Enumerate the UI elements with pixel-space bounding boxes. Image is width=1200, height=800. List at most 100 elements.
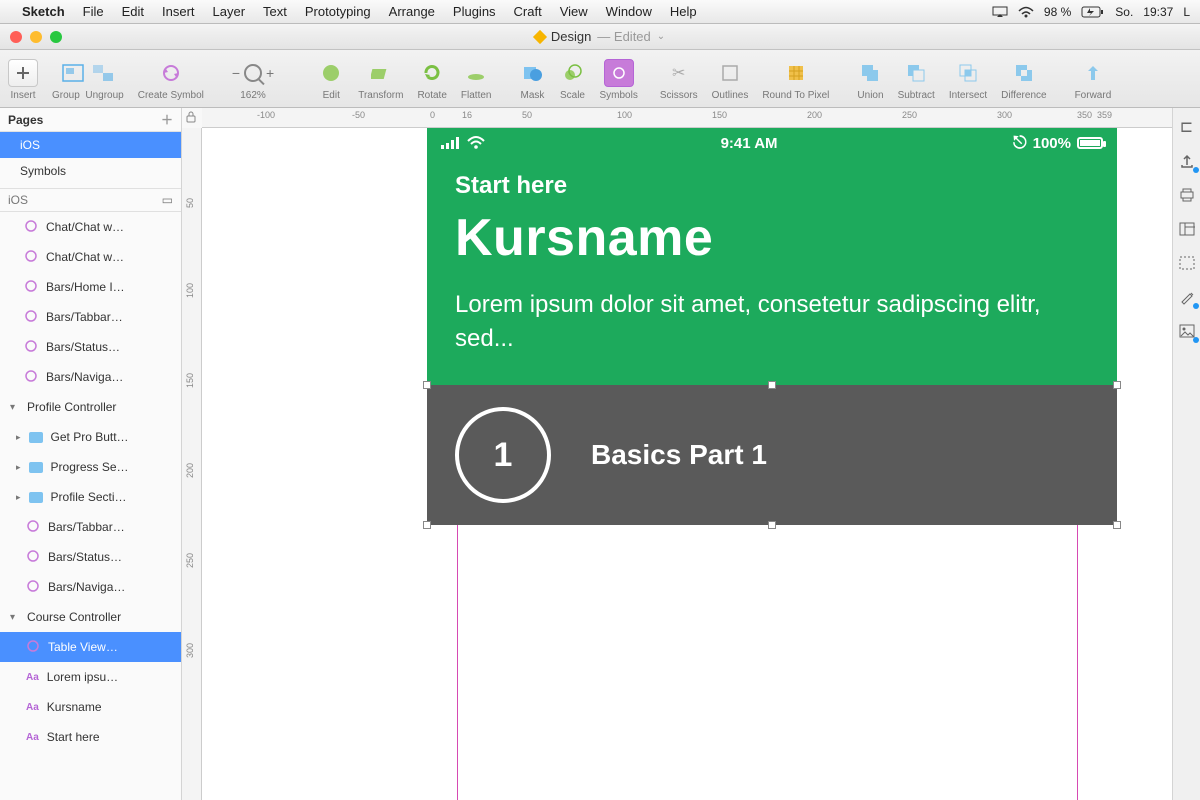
clock-day: So. (1115, 5, 1133, 19)
print-icon[interactable] (1178, 186, 1196, 204)
lesson-number-badge: 1 (455, 407, 551, 503)
layer-item[interactable]: Bars/Tabbar… (0, 512, 181, 542)
panel-icon[interactable] (1178, 220, 1196, 238)
sketch-file-icon (533, 29, 547, 43)
menu-prototyping[interactable]: Prototyping (305, 4, 371, 19)
outlines-button[interactable]: Outlines (712, 56, 749, 101)
canvas-area[interactable]: -100-5001650100150200250300350359 501001… (182, 108, 1200, 800)
create-symbol-button[interactable]: Create Symbol (138, 56, 204, 101)
page-ios[interactable]: iOS (0, 132, 181, 158)
user-initial[interactable]: L (1183, 5, 1190, 19)
status-time: 9:41 AM (721, 135, 778, 152)
filter-icon: ▭ (162, 193, 173, 207)
image-icon[interactable] (1178, 322, 1196, 340)
menu-arrange[interactable]: Arrange (389, 4, 435, 19)
grid-icon[interactable] (1178, 254, 1196, 272)
wifi-icon[interactable] (1018, 6, 1034, 18)
inspector-tabs: ⊏ (1172, 108, 1200, 800)
lesson-title: Basics Part 1 (591, 439, 767, 471)
zoom-control[interactable]: −+ 162% (232, 56, 274, 101)
minimize-window-button[interactable] (30, 31, 42, 43)
ungroup-button[interactable] (90, 60, 116, 86)
ruler-horizontal[interactable]: -100-5001650100150200250300350359 (202, 108, 1172, 128)
chevron-down-icon[interactable]: ⌄ (657, 31, 665, 42)
airplay-icon[interactable] (992, 6, 1008, 18)
layer-item[interactable]: Bars/Status… (0, 332, 181, 362)
battery-icon[interactable] (1081, 6, 1105, 18)
layer-item[interactable]: Bars/Naviga… (0, 362, 181, 392)
scissors-button[interactable]: ✂Scissors (660, 56, 698, 101)
layer-group-profile[interactable]: Profile Controller (0, 392, 181, 422)
scale-button[interactable]: Scale (559, 56, 585, 101)
page-symbols[interactable]: Symbols (0, 158, 181, 184)
intersect-button[interactable]: Intersect (949, 56, 987, 101)
layer-item[interactable]: Chat/Chat w… (0, 212, 181, 242)
menu-layer[interactable]: Layer (213, 4, 246, 19)
menu-view[interactable]: View (560, 4, 588, 19)
battery-percent: 98 % (1044, 5, 1071, 19)
wifi-icon (467, 136, 485, 150)
document-edited-label: — Edited (597, 29, 650, 44)
ruler-vertical[interactable]: 50100150200250300 (182, 128, 202, 800)
pages-header: Pages ＋ (0, 108, 181, 132)
add-page-icon[interactable]: ＋ (161, 111, 173, 128)
layer-item[interactable]: Chat/Chat w… (0, 242, 181, 272)
course-subtitle: Start here (455, 172, 1089, 200)
export-icon[interactable] (1178, 152, 1196, 170)
forward-button[interactable]: Forward (1075, 56, 1112, 101)
course-description: Lorem ipsum dolor sit amet, consetetur s… (455, 288, 1089, 355)
difference-button[interactable]: Difference (1001, 56, 1046, 101)
layer-filter[interactable]: iOS ▭ (0, 188, 181, 212)
menu-craft[interactable]: Craft (514, 4, 542, 19)
menu-plugins[interactable]: Plugins (453, 4, 496, 19)
symbols-button[interactable]: Symbols (599, 56, 637, 101)
mac-menubar: Sketch File Edit Insert Layer Text Proto… (0, 0, 1200, 24)
flatten-button[interactable]: Flatten (461, 56, 492, 101)
menu-app[interactable]: Sketch (22, 4, 65, 19)
close-window-button[interactable] (10, 31, 22, 43)
bluetooth-icon: ⎋ (1013, 133, 1026, 153)
layer-item[interactable]: ▸Progress Se… (0, 452, 181, 482)
table-row[interactable]: 1 Basics Part 1 (427, 385, 1117, 525)
edit-button[interactable]: Edit (318, 56, 344, 101)
ios-status-bar: 9:41 AM ⎋ 100% (427, 128, 1117, 158)
menu-insert[interactable]: Insert (162, 4, 195, 19)
menu-window[interactable]: Window (606, 4, 652, 19)
mask-button[interactable]: Mask (519, 56, 545, 101)
layer-item[interactable]: Table View… (0, 632, 181, 662)
rotate-button[interactable]: Rotate (417, 56, 446, 101)
menu-file[interactable]: File (83, 4, 104, 19)
layer-item[interactable]: AaKursname (0, 692, 181, 722)
layer-item[interactable]: Bars/Naviga… (0, 572, 181, 602)
zoom-window-button[interactable] (50, 31, 62, 43)
pen-icon[interactable] (1178, 288, 1196, 306)
clock-time[interactable]: 19:37 (1143, 5, 1173, 19)
layer-item[interactable]: Bars/Status… (0, 542, 181, 572)
layer-item[interactable]: Bars/Home I… (0, 272, 181, 302)
union-button[interactable]: Union (857, 56, 883, 101)
document-title[interactable]: Design — Edited ⌄ (535, 29, 665, 44)
layer-item[interactable]: AaLorem ipsu… (0, 662, 181, 692)
lock-icon[interactable] (184, 110, 198, 124)
battery-icon (1077, 137, 1103, 149)
signal-icon (441, 137, 461, 149)
document-name: Design (551, 29, 591, 44)
layer-item[interactable]: Bars/Tabbar… (0, 302, 181, 332)
inspector-tab-icon[interactable]: ⊏ (1178, 118, 1196, 136)
course-title: Kursname (455, 208, 1089, 268)
status-battery-pct: 100% (1033, 135, 1071, 152)
menu-text[interactable]: Text (263, 4, 287, 19)
group-button[interactable] (60, 60, 86, 86)
layer-group-course[interactable]: Course Controller (0, 602, 181, 632)
artboard[interactable]: 9:41 AM ⎋ 100% Start here Kursname Lorem… (427, 128, 1117, 525)
subtract-button[interactable]: Subtract (898, 56, 935, 101)
insert-button[interactable]: Insert (8, 56, 38, 101)
round-to-pixel-button[interactable]: Round To Pixel (762, 56, 829, 101)
layer-item[interactable]: ▸Profile Secti… (0, 482, 181, 512)
layer-item[interactable]: AaStart here (0, 722, 181, 752)
layer-item[interactable]: ▸Get Pro Butt… (0, 422, 181, 452)
menu-help[interactable]: Help (670, 4, 697, 19)
layers-sidebar: Pages ＋ iOS Symbols iOS ▭ Chat/Chat w…Ch… (0, 108, 182, 800)
transform-button[interactable]: Transform (358, 56, 403, 101)
menu-edit[interactable]: Edit (122, 4, 144, 19)
